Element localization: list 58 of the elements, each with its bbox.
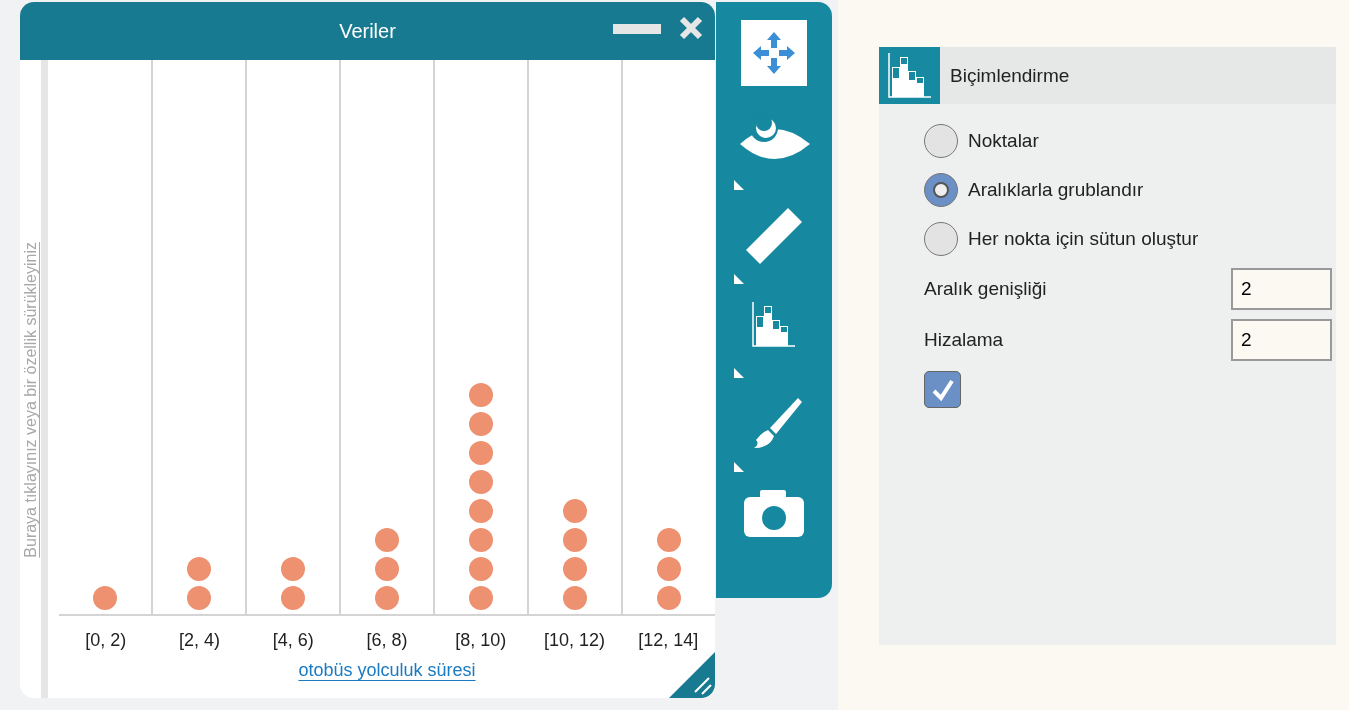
category-label: [8, 10) <box>454 629 508 652</box>
data-dot <box>187 586 211 610</box>
data-dot <box>563 499 587 523</box>
data-dot <box>563 528 587 552</box>
data-dot <box>469 499 493 523</box>
bar-chart-icon <box>886 52 933 99</box>
panel-title: Biçimlendirme <box>950 64 1070 87</box>
number-field[interactable]: 2 <box>1231 267 1332 310</box>
data-dot <box>375 528 399 552</box>
field-label: Aralık genişliği <box>924 277 1047 300</box>
move-icon <box>741 20 807 86</box>
category-label: [6, 8) <box>365 629 409 652</box>
number-field[interactable]: 2 <box>1231 318 1332 361</box>
dropdown-corner-icon <box>734 274 744 284</box>
data-dot <box>469 441 493 465</box>
data-dot <box>187 557 211 581</box>
category-label: [2, 4) <box>178 629 222 652</box>
data-dot <box>657 557 681 581</box>
data-dot <box>93 586 117 610</box>
dropdown-corner-icon <box>734 462 744 472</box>
option-label[interactable]: Her nokta için sütun oluştur <box>968 227 1199 250</box>
category-label: [4, 6) <box>271 629 315 652</box>
data-dot <box>469 383 493 407</box>
data-dot <box>375 557 399 581</box>
data-dot <box>469 586 493 610</box>
field-label: Hizalama <box>924 328 1004 351</box>
data-dot <box>469 528 493 552</box>
minimize-icon <box>613 24 661 34</box>
data-dot <box>657 528 681 552</box>
bar-chart-icon <box>751 302 797 348</box>
radio-button[interactable] <box>924 221 958 256</box>
data-dot <box>469 557 493 581</box>
data-dot <box>563 586 587 610</box>
axis-label[interactable]: otobüs yolculuk süresi <box>298 660 476 681</box>
radio-button[interactable] <box>924 172 958 207</box>
option-label[interactable]: Noktalar <box>968 129 1039 152</box>
data-dot <box>281 586 305 610</box>
minimize-button[interactable] <box>613 22 661 37</box>
radio-button[interactable] <box>924 123 958 158</box>
data-dot <box>469 412 493 436</box>
data-dot <box>375 586 399 610</box>
data-dot <box>657 586 681 610</box>
checkmark-icon <box>930 377 955 402</box>
data-dot <box>563 557 587 581</box>
option-label[interactable]: Aralıklarla grublandır <box>968 178 1144 201</box>
resize-handle-icon[interactable] <box>669 652 715 698</box>
close-icon <box>679 16 703 40</box>
dropdown-corner-icon <box>734 368 744 378</box>
ruler-icon <box>746 208 802 264</box>
window-title: Veriler <box>339 19 396 43</box>
category-label: [12, 14] <box>637 629 700 652</box>
data-dot <box>469 470 493 494</box>
dropdown-corner-icon <box>734 180 744 190</box>
data-dot <box>281 557 305 581</box>
category-label: [0, 2) <box>84 629 128 652</box>
category-label: [10, 12) <box>542 629 606 652</box>
camera-icon <box>744 490 804 538</box>
checkbox[interactable] <box>924 371 961 408</box>
